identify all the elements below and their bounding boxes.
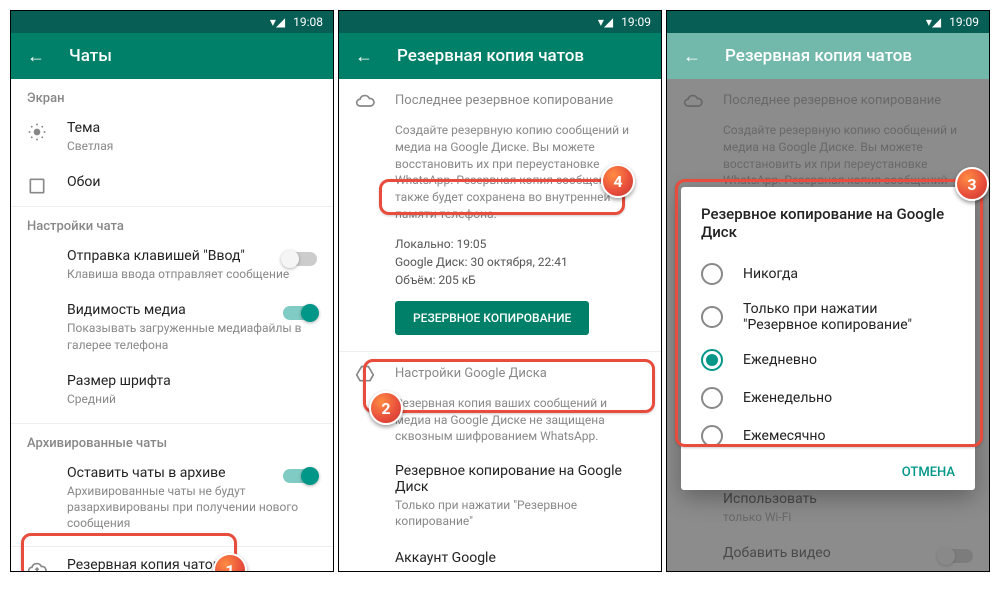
item-media-visibility[interactable]: Видимость медиаПоказывать загруженные ме… — [11, 292, 333, 362]
item-google-account[interactable]: Аккаунт Googleand.rew.lptw@gmail.com — [339, 540, 661, 571]
toggle-media[interactable] — [283, 306, 317, 320]
step-badge-4: 4 — [601, 164, 635, 198]
section-archive: Архивированные чаты — [11, 423, 333, 455]
screen-dialog: ▾◢19:09 ← Резервная копия чатов Последне… — [666, 10, 990, 572]
page-title: Чаты — [69, 46, 112, 66]
wallpaper-icon — [27, 176, 47, 196]
status-bar: ▾◢19:08 — [11, 11, 333, 33]
highlight-4 — [379, 179, 625, 215]
section-screen: Экран — [11, 79, 333, 110]
item-keep-archived[interactable]: Оставить чаты в архивеАрхивированные чат… — [11, 455, 333, 542]
toggle-enter[interactable] — [283, 252, 317, 266]
page-title: Резервная копия чатов — [725, 46, 912, 66]
back-icon[interactable]: ← — [27, 46, 45, 67]
section-chat: Настройки чата — [11, 206, 333, 238]
item-last-backup: Последнее резервное копирование — [339, 79, 661, 118]
back-icon: ← — [683, 46, 701, 67]
header: ← Чаты — [11, 33, 333, 79]
highlight-1 — [21, 533, 237, 571]
header: ← Резервная копия чатов — [667, 33, 989, 79]
screen-chats: ▾◢19:08 ← Чаты Экран ТемаСветлая Обои На… — [10, 10, 334, 572]
page-title: Резервная копия чатов — [397, 46, 584, 66]
item-font-size[interactable]: Размер шрифтаСредний — [11, 363, 333, 417]
item-enter-send[interactable]: Отправка клавишей "Ввод"Клавиша ввода от… — [11, 238, 333, 292]
back-icon[interactable]: ← — [355, 46, 373, 67]
step-badge-3: 3 — [955, 167, 989, 201]
toggle-keep[interactable] — [283, 469, 317, 483]
highlight-2 — [363, 359, 655, 413]
screen-backup: ▾◢19:09 ← Резервная копия чатов Последне… — [338, 10, 662, 572]
backup-button[interactable]: РЕЗЕРВНОЕ КОПИРОВАНИЕ — [395, 301, 589, 335]
step-badge-2: 2 — [369, 391, 403, 425]
item-theme[interactable]: ТемаСветлая — [11, 110, 333, 164]
item-wallpaper[interactable]: Обои — [11, 164, 333, 200]
backup-timestamps: Локально: 19:05 Google Диск: 30 октября,… — [339, 231, 661, 293]
cloud-up-icon — [355, 91, 375, 111]
sun-icon — [27, 122, 47, 142]
header: ← Резервная копия чатов — [339, 33, 661, 79]
status-bar: ▾◢19:09 — [667, 11, 989, 33]
item-backup-frequency[interactable]: Резервное копирование на Google ДискТоль… — [339, 453, 661, 539]
status-bar: ▾◢19:09 — [339, 11, 661, 33]
cancel-button[interactable]: ОТМЕНА — [902, 465, 955, 480]
highlight-3 — [675, 179, 983, 447]
